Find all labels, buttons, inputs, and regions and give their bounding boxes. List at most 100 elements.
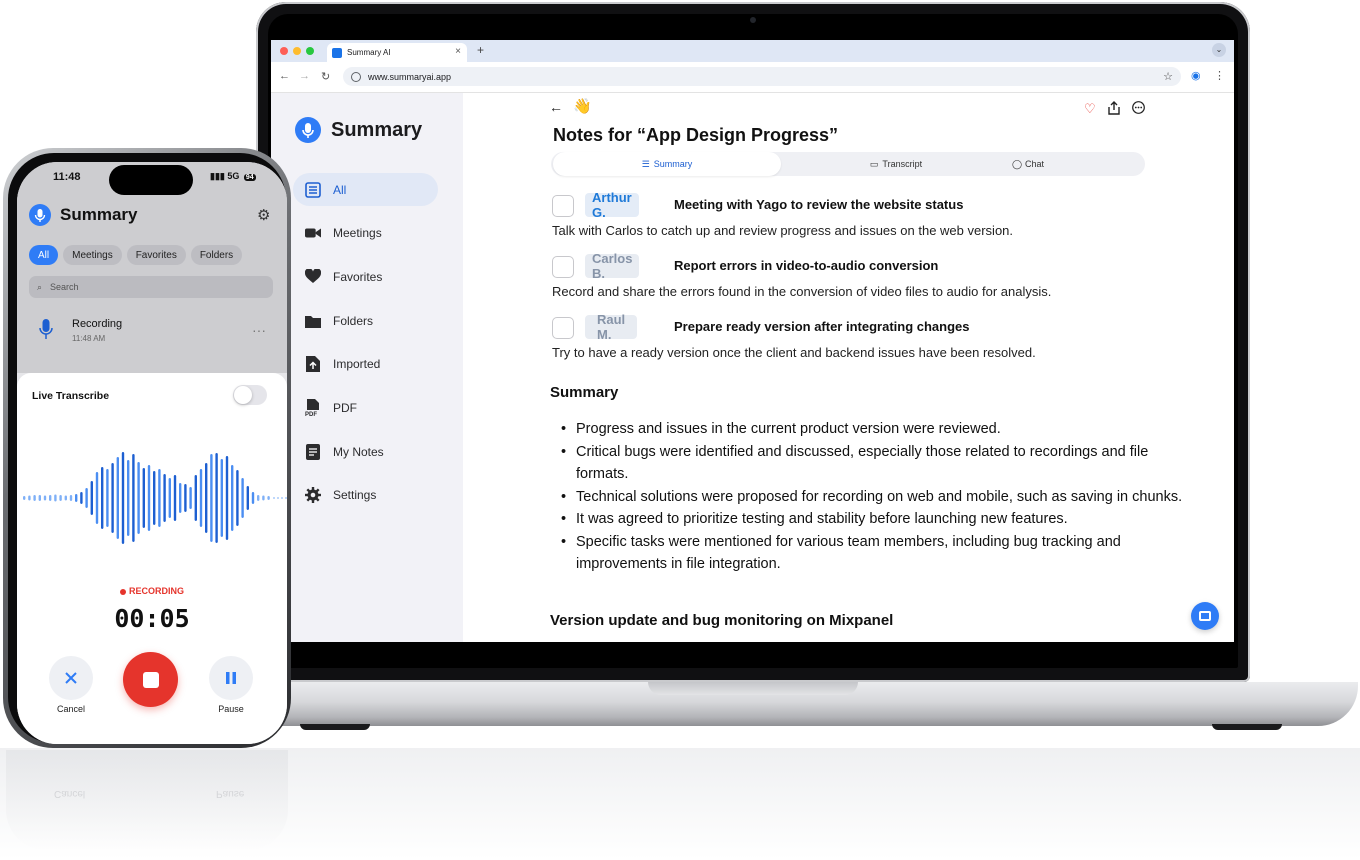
waveform-bar bbox=[28, 495, 31, 501]
star-icon[interactable]: ☆ bbox=[1163, 70, 1173, 83]
sidebar-item-my-notes[interactable]: My Notes bbox=[293, 435, 438, 468]
back-icon[interactable]: ← bbox=[549, 99, 563, 115]
waveform-bar bbox=[137, 462, 140, 534]
chip-meetings[interactable]: Meetings bbox=[63, 245, 122, 265]
list-icon: ☰ bbox=[641, 158, 650, 169]
sidebar-item-imported[interactable]: Imported bbox=[293, 347, 438, 380]
waveform-bar bbox=[69, 495, 73, 501]
web-sidebar: Summary All Meetings Favorites Folders I… bbox=[271, 93, 463, 642]
assignee-chip[interactable]: Raul M. bbox=[585, 312, 638, 342]
import-icon bbox=[305, 355, 321, 372]
more-icon[interactable]: ⋮ bbox=[1214, 69, 1225, 82]
live-transcribe-toggle[interactable] bbox=[233, 385, 267, 405]
camera-icon bbox=[750, 17, 756, 23]
pdf-icon: PDF bbox=[305, 398, 321, 417]
reload-icon[interactable]: ↻ bbox=[321, 70, 330, 83]
assignee-chip[interactable]: Carlos B. bbox=[585, 251, 640, 281]
sidebar-item-folders[interactable]: Folders bbox=[293, 304, 438, 337]
sidebar-item-label: All bbox=[333, 182, 347, 197]
waveform-bar bbox=[241, 478, 244, 518]
search-input[interactable]: ⌕ Search bbox=[29, 276, 273, 298]
sidebar-item-pdf[interactable]: PDF PDF bbox=[293, 391, 438, 424]
tab-search-chevron-icon[interactable]: ⌄ bbox=[1212, 43, 1226, 57]
waveform-bar bbox=[33, 495, 36, 501]
waveform bbox=[23, 452, 287, 544]
chat-icon: ◯ bbox=[1011, 158, 1023, 169]
assignee-chip[interactable]: Arthur G. bbox=[585, 190, 639, 220]
recording-title: Recording bbox=[72, 318, 123, 330]
summary-bullet: Critical bugs were identified and discus… bbox=[561, 441, 1186, 486]
settings-gear-icon[interactable]: ⚙ bbox=[257, 206, 270, 224]
section-heading: Version update and bug monitoring on Mix… bbox=[550, 612, 894, 629]
waveform-bar bbox=[49, 495, 52, 501]
forward-icon[interactable]: → bbox=[299, 70, 310, 82]
favorite-heart-icon[interactable]: ♡ bbox=[1084, 101, 1096, 117]
sidebar-item-favorites[interactable]: Favorites bbox=[293, 260, 438, 293]
toggle-knob bbox=[234, 386, 252, 404]
task-checkbox[interactable] bbox=[552, 195, 574, 217]
waveform-bar bbox=[173, 475, 177, 521]
waveform-bar bbox=[215, 453, 218, 543]
waveform-bar bbox=[116, 457, 119, 539]
sidebar-item-all[interactable]: All bbox=[293, 173, 438, 206]
chip-all[interactable]: All bbox=[29, 245, 59, 265]
heart-icon bbox=[305, 269, 321, 285]
address-bar[interactable]: www.summaryai.app ☆ bbox=[343, 67, 1181, 86]
pause-label: Pause bbox=[218, 704, 244, 714]
browser-tab[interactable]: Summary AI × bbox=[327, 43, 467, 62]
laptop-foot bbox=[300, 724, 370, 730]
more-icon[interactable]: ··· bbox=[252, 322, 266, 338]
waveform-bar bbox=[251, 492, 255, 504]
sidebar-item-settings[interactable]: Settings bbox=[293, 478, 438, 511]
task-title: Meeting with Yago to review the website … bbox=[674, 197, 964, 212]
waveform-bar bbox=[163, 474, 166, 522]
transcript-icon: ▭ bbox=[869, 158, 879, 169]
waveform-bar bbox=[179, 483, 182, 513]
stop-icon bbox=[142, 671, 159, 688]
recording-status-text: RECORDING bbox=[128, 586, 184, 596]
summary-bullet: Progress and issues in the current produ… bbox=[561, 418, 1186, 441]
brand-title: Summary bbox=[331, 118, 423, 141]
waveform-bar bbox=[142, 468, 145, 528]
waveform-bar bbox=[127, 460, 130, 536]
mic-icon bbox=[39, 318, 53, 342]
minimize-window-button[interactable] bbox=[293, 47, 301, 55]
phone-screen: 11:48 ▮▮▮ 5G 94 Summary ⚙ All Meetings F… bbox=[17, 162, 287, 744]
wave-emoji: 👋 bbox=[573, 98, 592, 115]
share-icon[interactable] bbox=[1108, 101, 1120, 118]
chat-bubble-icon bbox=[1199, 611, 1211, 621]
back-icon[interactable]: ← bbox=[279, 70, 290, 82]
sidebar-item-label: PDF bbox=[333, 400, 357, 415]
new-tab-button[interactable]: + bbox=[477, 43, 484, 57]
tab-chat[interactable]: ◯ Chat bbox=[971, 152, 1085, 176]
phone-title: Summary bbox=[60, 205, 138, 224]
task-description: Record and share the errors found in the… bbox=[552, 284, 1052, 299]
chip-favorites[interactable]: Favorites bbox=[126, 245, 186, 265]
chip-folders[interactable]: Folders bbox=[190, 245, 243, 265]
pause-icon bbox=[226, 672, 236, 684]
waveform-bar bbox=[95, 472, 99, 524]
mic-logo-icon bbox=[29, 204, 51, 226]
list-item[interactable]: Recording 11:48 AM ··· bbox=[17, 310, 287, 354]
tab-close-icon[interactable]: × bbox=[455, 46, 461, 57]
network-type: 5G bbox=[227, 171, 240, 181]
chat-support-button[interactable] bbox=[1191, 602, 1219, 630]
zoom-window-button[interactable] bbox=[306, 47, 314, 55]
task-checkbox[interactable] bbox=[552, 256, 574, 278]
pause-button[interactable] bbox=[209, 656, 253, 700]
stop-record-button[interactable] bbox=[123, 652, 178, 707]
sidebar-item-meetings[interactable]: Meetings bbox=[293, 216, 438, 249]
waveform-bar bbox=[147, 465, 151, 531]
more-options-icon[interactable] bbox=[1132, 101, 1145, 117]
waveform-bar bbox=[23, 496, 26, 500]
close-window-button[interactable] bbox=[280, 47, 288, 55]
close-icon bbox=[65, 672, 77, 684]
waveform-bar bbox=[75, 494, 78, 502]
profile-icon[interactable]: ◉ bbox=[1191, 69, 1201, 82]
task-checkbox[interactable] bbox=[552, 317, 574, 339]
recording-status: RECORDING bbox=[17, 586, 287, 596]
svg-text:PDF: PDF bbox=[305, 412, 317, 417]
site-info-icon[interactable] bbox=[351, 71, 361, 82]
cancel-button[interactable] bbox=[49, 656, 93, 700]
tab-summary[interactable]: ☰ Summary bbox=[553, 152, 781, 176]
